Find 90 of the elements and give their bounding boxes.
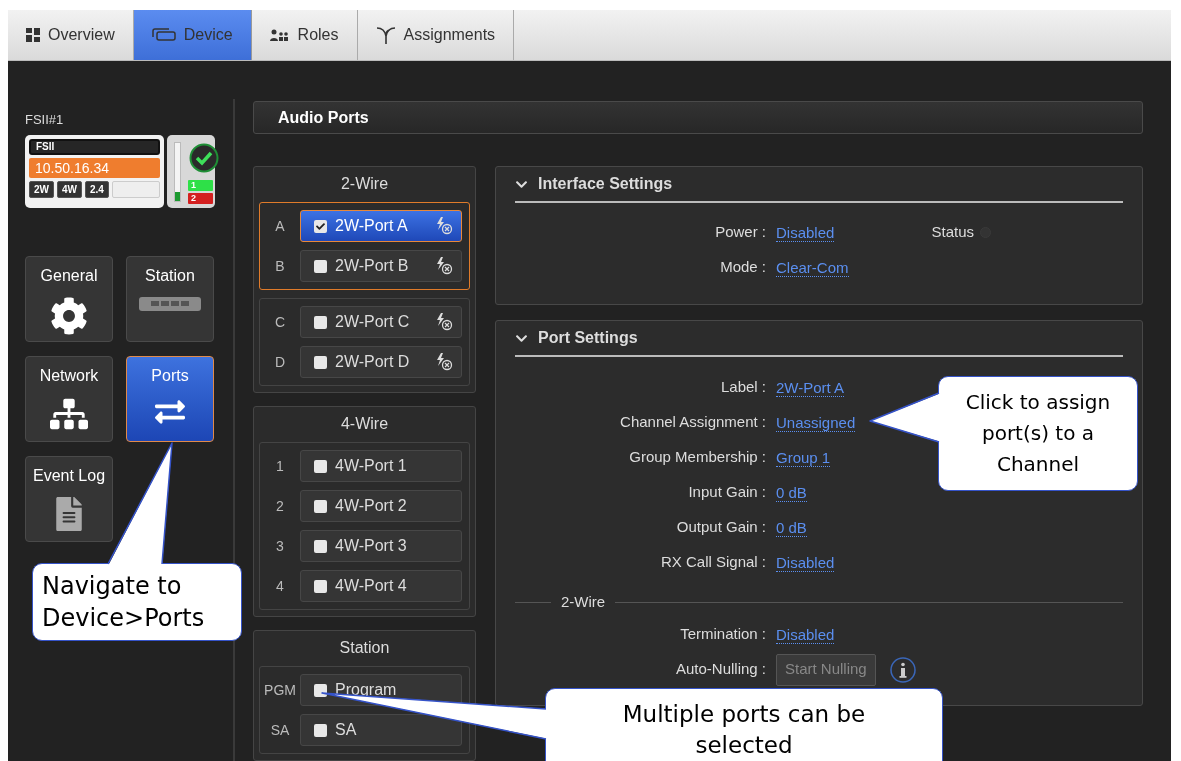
tab[interactable]: Roles (251, 10, 358, 60)
subsection-title: 2-Wire (560, 591, 607, 612)
port-slot: 3 (260, 535, 300, 557)
port-button[interactable]: 2W-Port A (300, 210, 462, 242)
status-label: Status (931, 222, 975, 243)
network-icon (50, 397, 88, 431)
setting-label: Input Gain : (687, 482, 766, 503)
checkbox[interactable] (314, 315, 327, 329)
port-button[interactable]: SA (300, 714, 462, 746)
setting-label: Group Membership : (628, 447, 766, 468)
device-badge: 2W (29, 181, 54, 198)
setting-link[interactable]: Disabled (776, 553, 835, 572)
section-title: Audio Ports (278, 107, 369, 128)
device-badge: 2.4 (85, 181, 109, 198)
setting-link[interactable]: Disabled (776, 625, 835, 644)
group-title: Station (338, 638, 391, 658)
group-title: 4-Wire (339, 414, 390, 434)
plug-indicator: 1 (188, 180, 213, 191)
settings-icon (50, 297, 88, 335)
setting-label: Label : (719, 377, 766, 398)
setting-link[interactable]: 0 dB (776, 483, 807, 502)
call-signal-icon (435, 217, 453, 235)
grid-icon (26, 28, 40, 42)
port-slot: 4 (260, 575, 300, 597)
call-signal-icon (435, 313, 453, 331)
device-ip: 10.50.16.34 (29, 158, 160, 178)
setting-link[interactable]: 0 dB (776, 518, 807, 537)
people-icon (269, 29, 290, 41)
checkbox[interactable] (314, 259, 327, 273)
port-button[interactable]: 2W-Port C (300, 306, 462, 338)
panel-title: Interface Settings (538, 174, 673, 194)
port-slot: SA (260, 719, 300, 741)
plug-indicator: 2 (188, 193, 213, 204)
port-button[interactable]: 2W-Port D (300, 346, 462, 378)
port-slot: 1 (260, 455, 300, 477)
station-icon (139, 297, 201, 311)
checkbox[interactable] (314, 723, 327, 737)
port-button[interactable]: 4W-Port 4 (300, 570, 462, 602)
nav-tile[interactable]: Station (126, 256, 214, 342)
setting-label: Termination : (679, 624, 766, 645)
port-slot: B (260, 255, 300, 277)
callout-tail (869, 392, 941, 443)
checkbox[interactable] (314, 459, 327, 473)
checkbox[interactable] (314, 219, 327, 233)
nav-tile[interactable]: Event Log (25, 456, 113, 542)
port-slot: PGM (260, 679, 300, 701)
checkbox[interactable] (314, 499, 327, 513)
port-slot: A (260, 215, 300, 237)
setting-label: Mode : (719, 257, 766, 278)
checkbox[interactable] (314, 539, 327, 553)
tab[interactable]: Assignments (357, 10, 515, 60)
port-slot: 2 (260, 495, 300, 517)
setting-link[interactable]: Disabled (776, 223, 835, 242)
document-icon (56, 497, 82, 531)
call-signal-icon (435, 353, 453, 371)
setting-label: Auto-Nulling : (674, 659, 766, 680)
setting-label: Output Gain : (675, 517, 766, 538)
swap-arrows-icon (152, 397, 188, 427)
tab[interactable]: Overview (8, 10, 134, 60)
port-button[interactable]: 4W-Port 1 (300, 450, 462, 482)
check-icon (316, 221, 325, 231)
setting-link[interactable]: 2W-Port A (776, 378, 845, 397)
port-slot: C (260, 311, 300, 333)
call-signal-icon (435, 257, 453, 275)
setting-link[interactable]: Clear-Com (776, 258, 849, 277)
device-model: FSII (29, 139, 160, 155)
fork-icon (375, 26, 396, 44)
port-button[interactable]: 2W-Port B (300, 250, 462, 282)
callout: Click to assign port(s) to a Channel (938, 376, 1138, 491)
nav-tile[interactable]: Network (25, 356, 113, 442)
device-badge: 4W (57, 181, 82, 198)
setting-link[interactable]: Group 1 (776, 448, 831, 467)
nav-tile[interactable]: Ports (126, 356, 214, 442)
empty-badge (111, 181, 160, 198)
group-title: 2-Wire (339, 174, 390, 194)
setting-label: Channel Assignment : (619, 412, 766, 433)
panel-title: Port Settings (538, 328, 638, 348)
setting-label: Power : (714, 222, 766, 243)
device-title: FSII#1 (25, 111, 65, 129)
port-button[interactable]: 4W-Port 2 (300, 490, 462, 522)
checkbox[interactable] (314, 355, 327, 369)
setting-label: RX Call Signal : (659, 552, 766, 573)
port-slot: D (260, 351, 300, 373)
checkbox[interactable] (314, 579, 327, 593)
info-icon[interactable] (889, 656, 916, 683)
nav-tile[interactable]: General (25, 256, 113, 342)
port-button[interactable]: 4W-Port 3 (300, 530, 462, 562)
setting-link[interactable]: Unassigned (776, 413, 856, 432)
device-icon (151, 28, 176, 42)
checkbox[interactable] (314, 683, 327, 697)
